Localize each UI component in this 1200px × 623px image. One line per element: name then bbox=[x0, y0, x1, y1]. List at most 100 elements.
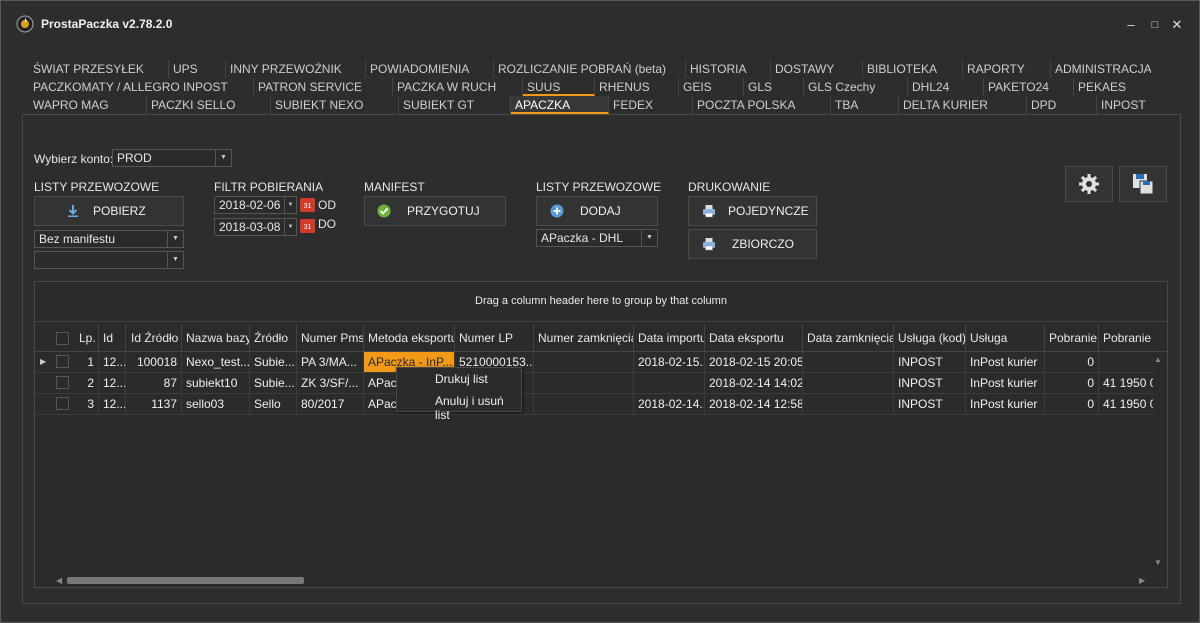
scroll-up-arrow[interactable]: ▲ bbox=[1154, 355, 1162, 364]
table-row[interactable]: 2 12... 87 subiekt10 Subie... ZK 3/SF/..… bbox=[35, 373, 1153, 394]
manifest-filter-select[interactable]: Bez manifestu ▼ bbox=[34, 230, 184, 248]
zbiorczo-button[interactable]: ZBIORCZO bbox=[688, 229, 817, 259]
settings-button[interactable] bbox=[1065, 166, 1113, 202]
column-lp[interactable]: Lp. bbox=[75, 324, 99, 352]
menu-item-drukuj-list[interactable]: Drukuj list bbox=[435, 372, 488, 386]
table-row[interactable]: ▶ 1 12... 100018 Nexo_test... Subie... P… bbox=[35, 352, 1153, 373]
select-all-checkbox[interactable] bbox=[56, 332, 69, 345]
column-numer-pms[interactable]: Numer Pms bbox=[297, 324, 364, 352]
tab-apaczka[interactable]: APACZKA bbox=[511, 96, 609, 114]
tab-dhl24[interactable]: DHL24 bbox=[908, 78, 984, 96]
column-numer-zamkniecia[interactable]: Numer zamknięcia bbox=[534, 324, 634, 352]
pobierz-label: POBIERZ bbox=[93, 204, 146, 218]
tab-paketo24[interactable]: PAKETO24 bbox=[984, 78, 1074, 96]
minimize-button[interactable]: – bbox=[1121, 15, 1141, 35]
tab-gls-czechy[interactable]: GLS Czechy bbox=[804, 78, 908, 96]
carrier-select[interactable]: APaczka - DHL ▼ bbox=[536, 229, 658, 247]
tab-fedex[interactable]: FEDEX bbox=[609, 96, 693, 114]
tab-historia[interactable]: HISTORIA bbox=[686, 60, 771, 78]
tab-dostawy[interactable]: DOSTAWY bbox=[771, 60, 863, 78]
tab-rozliczanie-pobran[interactable]: ROZLICZANIE POBRAŃ (beta) bbox=[494, 60, 686, 78]
date-to-value: 2018-03-08 bbox=[219, 220, 281, 234]
tab-administracja[interactable]: ADMINISTRACJA bbox=[1051, 60, 1151, 78]
scroll-left-arrow[interactable]: ◀ bbox=[56, 576, 62, 585]
tab-subiekt-nexo[interactable]: SUBIEKT NEXO bbox=[271, 96, 399, 114]
save-button[interactable] bbox=[1119, 166, 1167, 202]
tab-geis[interactable]: GEIS bbox=[679, 78, 744, 96]
tab-pekaes[interactable]: PEKAES bbox=[1074, 78, 1151, 96]
column-data-zamkniecia[interactable]: Data zamknięcia bbox=[803, 324, 894, 352]
tab-paczkomaty[interactable]: PACZKOMATY / ALLEGRO INPOST bbox=[29, 78, 254, 96]
chevron-down-icon: ▼ bbox=[167, 252, 183, 268]
scroll-right-arrow[interactable]: ▶ bbox=[1139, 576, 1145, 585]
tab-wapro-mag[interactable]: WAPRO MAG bbox=[29, 96, 147, 114]
tab-gls[interactable]: GLS bbox=[744, 78, 804, 96]
column-numer-lp[interactable]: Numer LP bbox=[455, 324, 534, 352]
column-id-zrodlo[interactable]: Id Źródło bbox=[127, 324, 182, 352]
manifest-filter-value: Bez manifestu bbox=[39, 232, 116, 246]
tab-patron-service[interactable]: PATRON SERVICE bbox=[254, 78, 393, 96]
tab-paczka-w-ruch[interactable]: PACZKA W RUCH bbox=[393, 78, 523, 96]
tab-rhenus[interactable]: RHENUS bbox=[595, 78, 679, 96]
column-id[interactable]: Id bbox=[99, 324, 126, 352]
przygotuj-button[interactable]: PRZYGOTUJ bbox=[364, 196, 506, 226]
row-checkbox[interactable] bbox=[56, 355, 69, 368]
zbiorczo-label: ZBIORCZO bbox=[732, 237, 794, 251]
secondary-filter-select[interactable]: ▼ bbox=[34, 251, 184, 269]
column-usluga-kod[interactable]: Usługa (kod) bbox=[894, 324, 966, 352]
column-data-importu[interactable]: Data importu bbox=[634, 324, 705, 352]
maximize-button[interactable]: □ bbox=[1145, 15, 1165, 35]
gear-icon bbox=[1079, 174, 1099, 194]
tab-poczta-polska[interactable]: POCZTA POLSKA bbox=[693, 96, 831, 114]
row-checkbox[interactable] bbox=[56, 376, 69, 389]
close-button[interactable]: ✕ bbox=[1167, 15, 1187, 35]
tab-ups[interactable]: UPS bbox=[169, 60, 226, 78]
tab-subiekt-gt[interactable]: SUBIEKT GT bbox=[399, 96, 511, 114]
row-checkbox[interactable] bbox=[56, 397, 69, 410]
cell-data-importu: 2018-02-14... bbox=[634, 394, 705, 414]
cell-id: 12... bbox=[99, 373, 126, 393]
calendar-icon[interactable]: 31 bbox=[300, 219, 315, 233]
tab-swiat-przesylek[interactable]: ŚWIAT PRZESYŁEK bbox=[29, 60, 169, 78]
tab-row-3: WAPRO MAG PACZKI SELLO SUBIEKT NEXO SUBI… bbox=[29, 96, 1173, 114]
account-select[interactable]: PROD ▼ bbox=[112, 149, 232, 167]
tab-paczki-sello[interactable]: PACZKI SELLO bbox=[147, 96, 271, 114]
tab-inny-przewoznik[interactable]: INNY PRZEWOŹNIK bbox=[226, 60, 366, 78]
column-pobranie[interactable]: Pobranie bbox=[1045, 324, 1099, 352]
save-icon bbox=[1133, 174, 1154, 195]
cell-data-eksportu: 2018-02-14 12:58 bbox=[705, 394, 803, 414]
account-label: Wybierz konto: bbox=[34, 152, 114, 166]
tab-delta-kurier[interactable]: DELTA KURIER bbox=[899, 96, 1027, 114]
tab-suus[interactable]: SUUS bbox=[523, 78, 595, 96]
title-bar: ProstaPaczka v2.78.2.0 – □ ✕ bbox=[1, 1, 1199, 47]
scroll-down-arrow[interactable]: ▼ bbox=[1154, 558, 1162, 567]
date-from-value: 2018-02-06 bbox=[219, 198, 281, 212]
column-zrodlo[interactable]: Źródło bbox=[250, 324, 297, 352]
group-panel[interactable]: Drag a column header here to group by th… bbox=[35, 282, 1167, 322]
column-pobranie-2[interactable]: Pobranie bbox=[1099, 324, 1153, 352]
tab-raporty[interactable]: RAPORTY bbox=[963, 60, 1051, 78]
tab-dpd[interactable]: DPD bbox=[1027, 96, 1097, 114]
column-data-eksportu[interactable]: Data eksportu bbox=[705, 324, 803, 352]
column-usluga[interactable]: Usługa bbox=[966, 324, 1045, 352]
tab-powiadomienia[interactable]: POWIADOMIENIA bbox=[366, 60, 494, 78]
date-to-picker[interactable]: 2018-03-08 ▼ bbox=[214, 218, 297, 236]
tab-biblioteka[interactable]: BIBLIOTEKA bbox=[863, 60, 963, 78]
pobierz-button[interactable]: POBIERZ bbox=[34, 196, 184, 226]
dodaj-button[interactable]: DODAJ bbox=[536, 196, 658, 226]
horizontal-scroll-thumb[interactable] bbox=[67, 577, 304, 584]
table-row[interactable]: 3 12... 1137 sello03 Sello 80/2017 APac … bbox=[35, 394, 1153, 415]
chevron-down-icon: ▼ bbox=[284, 219, 296, 235]
cell-pobranie-2 bbox=[1099, 352, 1153, 372]
tab-tba[interactable]: TBA bbox=[831, 96, 899, 114]
column-metoda-eksportu[interactable]: Metoda eksportu bbox=[364, 324, 455, 352]
column-nazwa-bazy[interactable]: Nazwa bazy bbox=[182, 324, 250, 352]
pojedyncze-button[interactable]: POJEDYNCZE bbox=[688, 196, 817, 226]
date-from-picker[interactable]: 2018-02-06 ▼ bbox=[214, 196, 297, 214]
calendar-icon[interactable]: 31 bbox=[300, 198, 315, 212]
cell-data-zamkniecia bbox=[803, 352, 894, 372]
tab-inpost[interactable]: INPOST bbox=[1097, 96, 1173, 114]
cell-zrodlo: Sello bbox=[250, 394, 297, 414]
tab-row-1: ŚWIAT PRZESYŁEK UPS INNY PRZEWOŹNIK POWI… bbox=[29, 60, 1151, 78]
menu-item-anuluj-usun-list[interactable]: Anuluj i usuń list bbox=[435, 394, 521, 422]
